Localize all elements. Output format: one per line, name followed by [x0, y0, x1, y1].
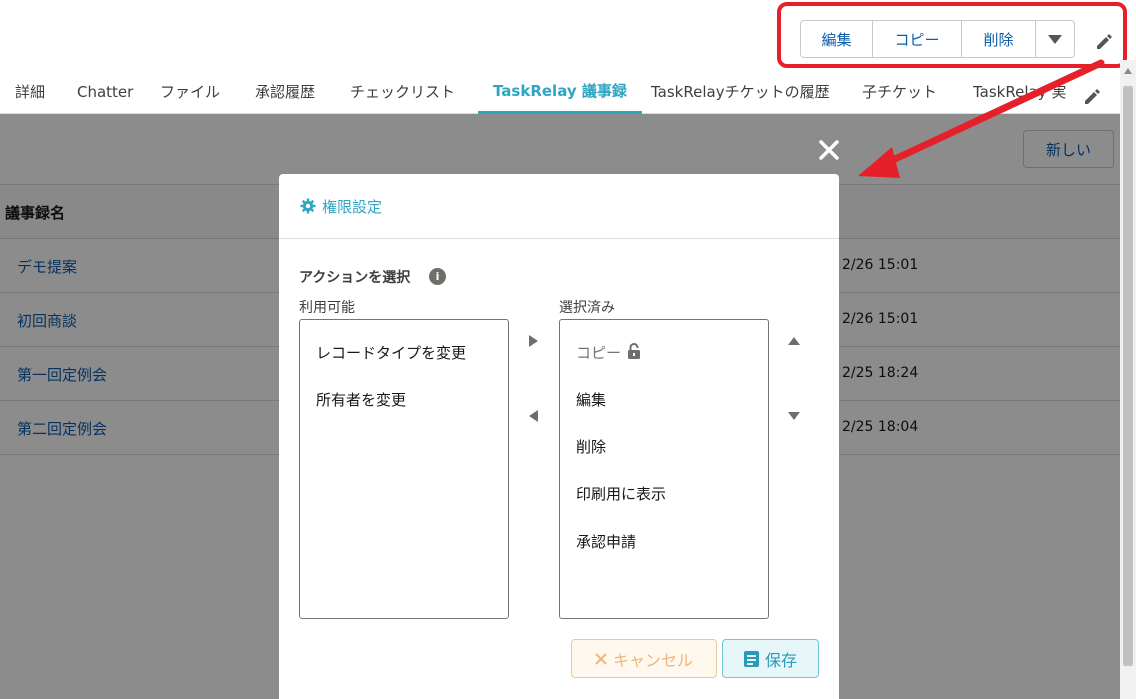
tab-ticket-history[interactable]: TaskRelayチケットの履歴 [651, 70, 830, 114]
section-label: アクションを選択 [299, 270, 411, 286]
copy-button[interactable]: コピー [873, 21, 962, 57]
tab-child-tickets[interactable]: 子チケット [862, 70, 937, 114]
pencil-icon[interactable] [1094, 31, 1114, 51]
tab-files[interactable]: ファイル [160, 70, 220, 114]
tab-checklist[interactable]: チェックリスト [350, 70, 455, 114]
move-down-icon[interactable] [788, 412, 800, 420]
scroll-up-icon[interactable] [1124, 68, 1132, 74]
list-item[interactable]: 印刷用に表示 [576, 483, 666, 504]
close-icon[interactable] [817, 138, 841, 162]
more-actions-dropdown[interactable] [1036, 21, 1074, 57]
pencil-icon[interactable] [1082, 86, 1102, 106]
list-item[interactable]: 所有者を変更 [316, 389, 406, 410]
permission-settings-modal: 権限設定 アクションを選択 i 利用可能 選択済み レコードタイプを変更 所有者… [279, 174, 839, 699]
save-icon [743, 650, 759, 667]
chevron-down-icon [1048, 34, 1062, 44]
scrollbar[interactable] [1120, 60, 1136, 699]
modal-title: 権限設定 [322, 197, 383, 216]
move-left-icon[interactable] [529, 410, 538, 422]
available-label: 利用可能 [299, 300, 355, 316]
list-item[interactable]: コピー [576, 342, 641, 363]
modal-header: 権限設定 [279, 174, 839, 239]
unlock-icon [628, 343, 641, 359]
gear-icon [300, 198, 316, 214]
available-listbox[interactable]: レコードタイプを変更 所有者を変更 [299, 319, 509, 619]
info-icon[interactable]: i [429, 268, 446, 285]
tab-bar: 詳細 Chatter ファイル 承認履歴 チェックリスト TaskRelay 議… [0, 70, 1120, 114]
tab-minutes[interactable]: TaskRelay 議事録 [478, 70, 642, 114]
save-button[interactable]: 保存 [722, 639, 819, 678]
edit-button[interactable]: 編集 [801, 21, 873, 57]
tab-taskrelay-truncated[interactable]: TaskRelay 実 [973, 70, 1073, 114]
save-label: 保存 [764, 650, 797, 670]
list-item[interactable]: 削除 [576, 436, 606, 457]
list-item[interactable]: 編集 [576, 389, 606, 410]
selected-listbox[interactable]: コピー 編集 削除 印刷用に表示 承認申請 [559, 319, 769, 619]
tab-approval-history[interactable]: 承認履歴 [255, 70, 315, 114]
move-right-icon[interactable] [529, 335, 538, 347]
cancel-label: キャンセル [612, 650, 693, 670]
list-item[interactable]: レコードタイプを変更 [316, 342, 466, 363]
delete-button[interactable]: 削除 [962, 21, 1036, 57]
cancel-button[interactable]: キャンセル [571, 639, 717, 678]
move-up-icon[interactable] [788, 337, 800, 345]
record-action-group: 編集 コピー 削除 [800, 20, 1075, 58]
scroll-thumb[interactable] [1123, 86, 1133, 666]
selected-label: 選択済み [559, 300, 615, 316]
list-item[interactable]: 承認申請 [576, 531, 636, 552]
close-icon [595, 652, 607, 665]
list-item-label: コピー [576, 344, 622, 362]
tab-details[interactable]: 詳細 [15, 70, 45, 114]
tab-chatter[interactable]: Chatter [77, 70, 133, 114]
